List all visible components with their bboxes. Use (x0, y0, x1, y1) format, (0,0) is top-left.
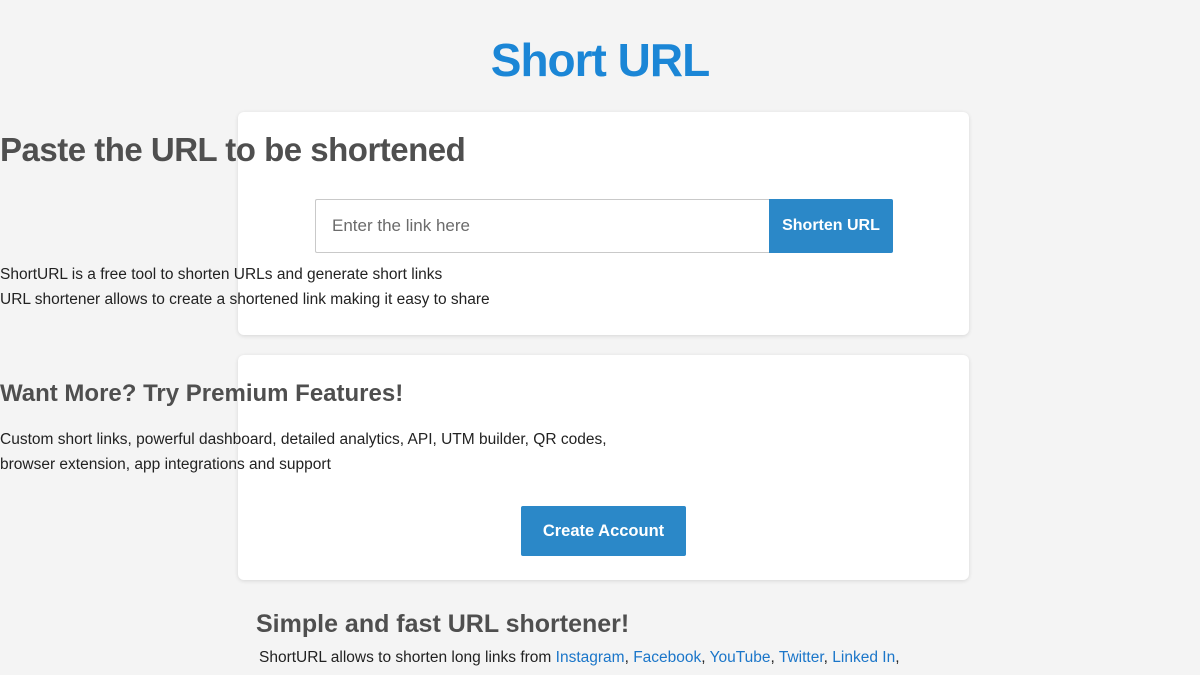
premium-desc-line-1: Custom short links, powerful dashboard, … (0, 431, 607, 448)
create-account-button[interactable]: Create Account (521, 506, 686, 556)
link-trailing: , (895, 649, 900, 666)
twitter-link[interactable]: Twitter (779, 649, 824, 666)
shorten-description: ShortURL is a free tool to shorten URLs … (0, 263, 1200, 312)
instagram-link[interactable]: Instagram (556, 649, 625, 666)
link-separator: , (770, 649, 779, 666)
facebook-link[interactable]: Facebook (633, 649, 701, 666)
link-separator: , (624, 649, 634, 666)
shorten-desc-line-1: ShortURL is a free tool to shorten URLs … (0, 266, 443, 283)
youtube-link[interactable]: YouTube (710, 649, 771, 666)
section-text-prefix: ShortURL allows to shorten long links fr… (259, 649, 556, 666)
shorten-heading: Paste the URL to be shortened (0, 131, 466, 168)
premium-description: Custom short links, powerful dashboard, … (0, 428, 1200, 477)
section-text: ShortURL allows to shorten long links fr… (259, 646, 900, 670)
linkedin-link[interactable]: Linked In (832, 649, 895, 666)
url-input[interactable] (315, 199, 769, 253)
premium-desc-line-2: browser extension, app integrations and … (0, 455, 331, 473)
link-separator: , (701, 649, 710, 666)
shorten-desc-line-2: URL shortener allows to create a shorten… (0, 290, 490, 308)
shorten-url-button[interactable]: Shorten URL (769, 199, 893, 253)
premium-heading: Want More? Try Premium Features! (0, 380, 404, 407)
link-separator: , (823, 649, 833, 666)
site-logo[interactable]: Short URL (0, 30, 1200, 90)
section-heading: Simple and fast URL shortener! (256, 610, 630, 638)
